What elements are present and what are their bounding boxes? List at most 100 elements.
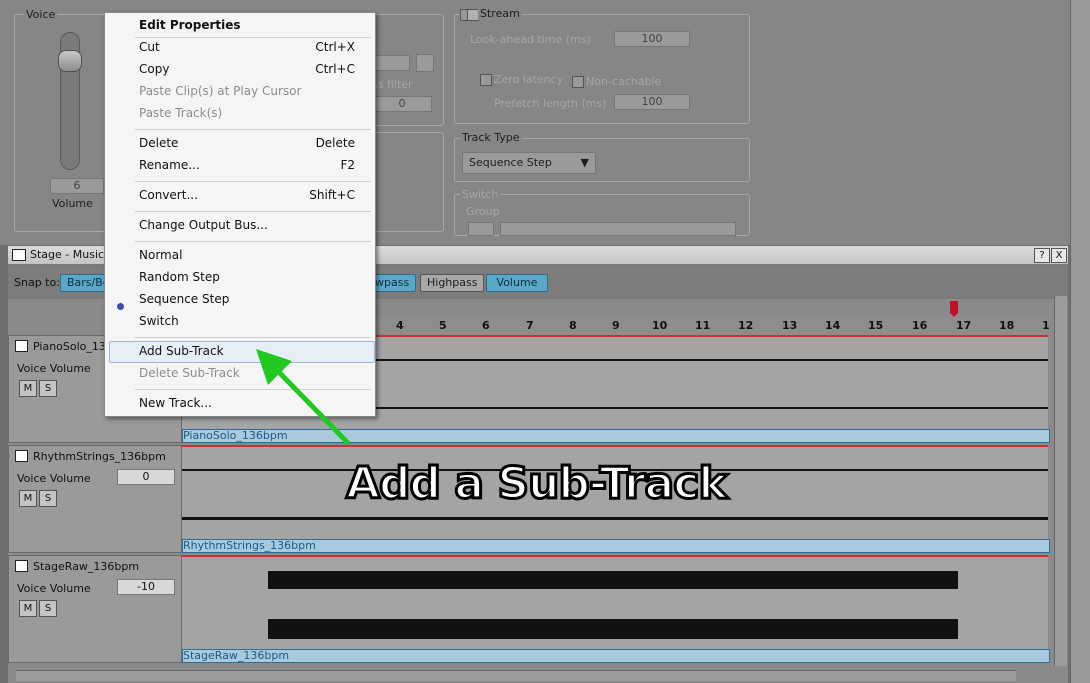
menu-item-paste-clips[interactable]: Paste Clip(s) at Play Cursor [139, 81, 369, 101]
ruler-label: 11 [695, 319, 711, 332]
param-value[interactable]: -10 [117, 579, 175, 595]
mute-button[interactable]: M [19, 380, 37, 397]
solo-button[interactable]: S [39, 380, 57, 397]
track-icon [15, 340, 28, 352]
filter-label: ss filter [372, 78, 413, 91]
horizontal-scrollbar[interactable] [16, 670, 1016, 681]
close-button[interactable]: X [1051, 248, 1067, 263]
help-button[interactable]: ? [1034, 248, 1050, 263]
menu-shortcut: F2 [340, 158, 355, 172]
vertical-scrollbar[interactable] [1054, 296, 1067, 666]
lookahead-field[interactable]: 100 [614, 31, 690, 47]
filter-browse-button[interactable] [416, 54, 434, 72]
voice-volume-knob[interactable] [58, 50, 82, 72]
ruler-label: 14 [825, 319, 841, 332]
menu-item-delete[interactable]: Delete Delete [139, 133, 369, 153]
group-button[interactable] [468, 222, 494, 236]
track-icon [15, 560, 28, 572]
ruler-label: 9 [612, 319, 620, 332]
clip-bar[interactable]: StageRaw_136bpm [182, 649, 1050, 663]
ruler-label: 18 [999, 319, 1015, 332]
menu-item-label: Add Sub-Track [139, 344, 224, 358]
param-label: Voice Volume [17, 582, 91, 595]
ruler-label: 16 [912, 319, 928, 332]
menu-item-switch[interactable]: Switch [139, 311, 369, 331]
stage-title: Stage - Music S [30, 248, 115, 261]
track-type-dropdown[interactable]: Sequence Step ▼ [462, 152, 596, 174]
radio-selected-icon [117, 303, 124, 310]
waveform [182, 517, 1048, 520]
param-label: Voice Volume [17, 362, 91, 375]
menu-item-edit-properties[interactable]: Edit Properties [139, 15, 369, 35]
menu-item-label: Copy [139, 62, 170, 76]
filter-field-a[interactable] [370, 55, 410, 71]
menu-item-convert[interactable]: Convert... Shift+C [139, 185, 369, 205]
mute-button[interactable]: M [19, 600, 37, 617]
annotation-label: Add a Sub-Track [345, 457, 730, 511]
waveform [268, 619, 958, 639]
playhead-marker-icon[interactable] [946, 301, 960, 317]
menu-item-copy[interactable]: Copy Ctrl+C [139, 59, 369, 79]
menu-item-label: Paste Clip(s) at Play Cursor [139, 84, 302, 98]
highpass-button[interactable]: Highpass [420, 274, 485, 292]
group-field[interactable] [500, 222, 736, 236]
solo-button[interactable]: S [39, 600, 57, 617]
zero-latency-checkbox[interactable] [480, 74, 492, 86]
menu-shortcut: Ctrl+X [315, 40, 355, 54]
ruler-label: 1 [1042, 319, 1050, 332]
menu-separator [135, 337, 371, 338]
menu-item-label: Edit Properties [139, 18, 241, 32]
menu-item-label: Normal [139, 248, 183, 262]
menu-item-rename[interactable]: Rename... F2 [139, 155, 369, 175]
non-cachable-label: Non-cachable [586, 75, 662, 88]
track-lane-stageraw[interactable] [182, 555, 1048, 663]
track-name: StageRaw_136bpm [33, 560, 140, 573]
ruler-label: 5 [439, 319, 447, 332]
param-label: Voice Volume [17, 472, 91, 485]
menu-item-normal[interactable]: Normal [139, 245, 369, 265]
ruler-label: 4 [396, 319, 404, 332]
menu-item-label: Change Output Bus... [139, 218, 268, 232]
menu-item-label: Convert... [139, 188, 198, 202]
prefetch-field[interactable]: 100 [614, 94, 690, 110]
track-type-value: Sequence Step [469, 156, 552, 169]
menu-item-label: New Track... [139, 396, 212, 410]
voice-volume-value[interactable]: 6 [50, 178, 104, 194]
clip-bar[interactable]: RhythmStrings_136bpm [182, 539, 1050, 553]
track-name: RhythmStrings_136bpm [33, 450, 166, 463]
track-name: PianoSolo_136 [33, 340, 113, 353]
volume-label: Volume [52, 197, 93, 210]
track-icon [15, 450, 28, 462]
waveform [268, 571, 958, 589]
non-cachable-checkbox[interactable] [572, 76, 584, 88]
menu-item-sequence-step[interactable]: Sequence Step [139, 289, 369, 309]
ruler-label: 10 [652, 319, 668, 332]
zero-latency-label: Zero latency [494, 73, 564, 86]
menu-separator [135, 181, 371, 182]
lookahead-label: Look-ahead time (ms) [470, 33, 591, 46]
track-header-rhythmstrings[interactable]: RhythmStrings_136bpm Voice Volume 0 M S [8, 445, 182, 553]
mute-button[interactable]: M [19, 490, 37, 507]
menu-shortcut: Shift+C [309, 188, 355, 202]
param-value[interactable]: 0 [117, 469, 175, 485]
ruler-label: 6 [482, 319, 490, 332]
solo-button[interactable]: S [39, 490, 57, 507]
ruler-label: 15 [868, 319, 884, 332]
group-label: Group [466, 205, 500, 218]
menu-item-cut[interactable]: Cut Ctrl+X [139, 37, 369, 57]
grid-icon [12, 249, 26, 261]
menu-item-random-step[interactable]: Random Step [139, 267, 369, 287]
filter-value[interactable]: 0 [372, 96, 432, 112]
menu-item-label: Switch [139, 314, 179, 328]
menu-item-label: Cut [139, 40, 160, 54]
menu-separator [135, 211, 371, 212]
track-header-stageraw[interactable]: StageRaw_136bpm Voice Volume -10 M S [8, 555, 182, 663]
snap-to-label: Snap to: [14, 276, 60, 289]
volume-button[interactable]: Volume [486, 274, 548, 292]
ruler-label: 17 [956, 319, 972, 332]
menu-item-change-output-bus[interactable]: Change Output Bus... [139, 215, 369, 235]
menu-item-paste-tracks[interactable]: Paste Track(s) [139, 103, 369, 123]
voice-group-label: Voice [24, 8, 58, 21]
menu-item-label: Rename... [139, 158, 200, 172]
menu-item-label: Random Step [139, 270, 220, 284]
